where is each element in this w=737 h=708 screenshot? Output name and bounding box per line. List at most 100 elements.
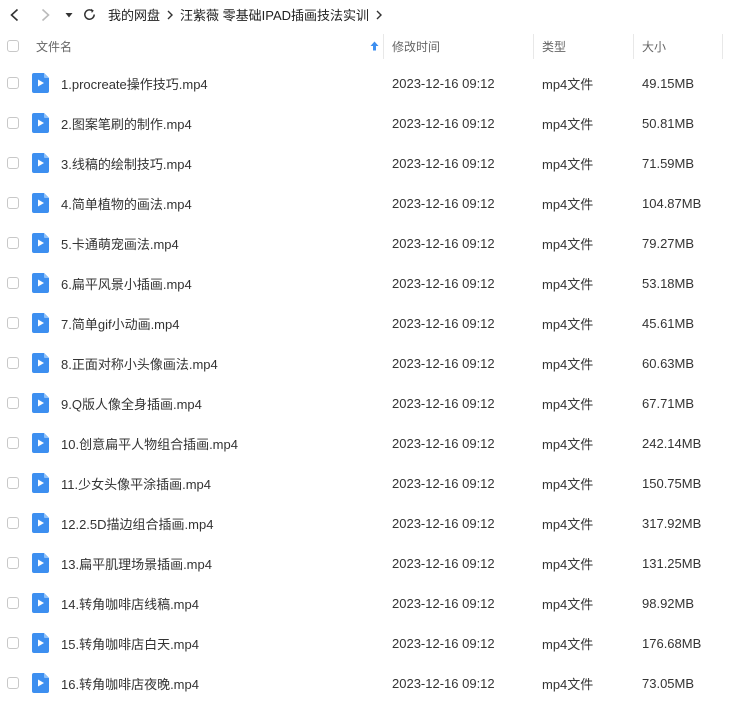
row-checkbox[interactable] — [7, 117, 19, 129]
video-file-icon — [32, 353, 49, 373]
file-row[interactable]: 10.创意扁平人物组合插画.mp4 2023-12-16 09:12 mp4文件… — [0, 423, 737, 463]
file-name[interactable]: 10.创意扁平人物组合插画.mp4 — [61, 434, 238, 453]
file-row[interactable]: 6.扁平风景小插画.mp4 2023-12-16 09:12 mp4文件 53.… — [0, 263, 737, 303]
file-size: 98.92MB — [642, 595, 695, 611]
file-type: mp4文件 — [542, 676, 594, 692]
row-checkbox[interactable] — [7, 277, 19, 289]
file-row[interactable]: 5.卡通萌宠画法.mp4 2023-12-16 09:12 mp4文件 79.2… — [0, 223, 737, 263]
select-all-checkbox[interactable] — [7, 40, 19, 52]
row-checkbox[interactable] — [7, 437, 19, 449]
history-dropdown-button[interactable] — [60, 0, 78, 29]
file-name[interactable]: 1.procreate操作技巧.mp4 — [61, 74, 208, 93]
file-row[interactable]: 2.图案笔刷的制作.mp4 2023-12-16 09:12 mp4文件 50.… — [0, 103, 737, 143]
back-button[interactable] — [0, 0, 30, 29]
file-row[interactable]: 1.procreate操作技巧.mp4 2023-12-16 09:12 mp4… — [0, 63, 737, 103]
row-checkbox[interactable] — [7, 397, 19, 409]
video-file-icon — [32, 113, 49, 133]
file-name[interactable]: 13.扁平肌理场景插画.mp4 — [61, 554, 212, 573]
video-file-icon — [32, 393, 49, 413]
column-divider[interactable] — [722, 34, 723, 59]
file-name-cell[interactable]: 1.procreate操作技巧.mp4 — [32, 63, 208, 103]
file-row[interactable]: 13.扁平肌理场景插画.mp4 2023-12-16 09:12 mp4文件 1… — [0, 543, 737, 583]
file-name[interactable]: 3.线稿的绘制技巧.mp4 — [61, 154, 192, 173]
row-checkbox[interactable] — [7, 517, 19, 529]
file-name-cell[interactable]: 11.少女头像平涂插画.mp4 — [32, 463, 211, 503]
row-checkbox[interactable] — [7, 677, 19, 689]
file-name[interactable]: 16.转角咖啡店夜晚.mp4 — [61, 674, 199, 693]
chevron-right-icon[interactable] — [375, 10, 383, 20]
file-name-cell[interactable]: 13.扁平肌理场景插画.mp4 — [32, 543, 212, 583]
row-checkbox-cell — [7, 343, 19, 383]
row-checkbox-cell — [7, 383, 19, 423]
column-header-modified[interactable]: 修改时间 — [392, 29, 440, 63]
row-checkbox[interactable] — [7, 317, 19, 329]
forward-button[interactable] — [30, 0, 60, 29]
file-name-cell[interactable]: 3.线稿的绘制技巧.mp4 — [32, 143, 192, 183]
file-name-cell[interactable]: 16.转角咖啡店夜晚.mp4 — [32, 663, 199, 703]
column-header-size[interactable]: 大小 — [642, 29, 666, 63]
row-checkbox[interactable] — [7, 477, 19, 489]
file-name[interactable]: 12.2.5D描边组合插画.mp4 — [61, 514, 213, 533]
breadcrumb-root[interactable]: 我的网盘 — [108, 5, 160, 24]
file-row[interactable]: 14.转角咖啡店线稿.mp4 2023-12-16 09:12 mp4文件 98… — [0, 583, 737, 623]
row-checkbox-cell — [7, 103, 19, 143]
file-name[interactable]: 4.简单植物的画法.mp4 — [61, 194, 192, 213]
file-name-cell[interactable]: 9.Q版人像全身插画.mp4 — [32, 383, 202, 423]
file-row[interactable]: 4.简单植物的画法.mp4 2023-12-16 09:12 mp4文件 104… — [0, 183, 737, 223]
file-name[interactable]: 9.Q版人像全身插画.mp4 — [61, 394, 202, 413]
file-size: 131.25MB — [642, 555, 702, 571]
row-checkbox-cell — [7, 143, 19, 183]
file-name[interactable]: 5.卡通萌宠画法.mp4 — [61, 234, 179, 253]
video-file-icon — [32, 513, 49, 533]
row-checkbox[interactable] — [7, 237, 19, 249]
file-row[interactable]: 7.简单gif小动画.mp4 2023-12-16 09:12 mp4文件 45… — [0, 303, 737, 343]
file-size: 242.14MB — [642, 435, 702, 451]
file-row[interactable]: 12.2.5D描边组合插画.mp4 2023-12-16 09:12 mp4文件… — [0, 503, 737, 543]
column-divider[interactable] — [383, 34, 384, 59]
file-name[interactable]: 15.转角咖啡店白天.mp4 — [61, 634, 199, 653]
column-header-name-label: 文件名 — [36, 39, 73, 54]
file-name-cell[interactable]: 15.转角咖啡店白天.mp4 — [32, 623, 199, 663]
file-type: mp4文件 — [542, 276, 594, 292]
row-checkbox[interactable] — [7, 637, 19, 649]
breadcrumb-current-folder[interactable]: 汪紫薇 零基础IPAD插画技法实训 — [180, 5, 369, 24]
file-name[interactable]: 11.少女头像平涂插画.mp4 — [61, 474, 211, 493]
row-checkbox[interactable] — [7, 557, 19, 569]
file-name[interactable]: 6.扁平风景小插画.mp4 — [61, 274, 192, 293]
video-file-icon — [32, 633, 49, 653]
row-checkbox[interactable] — [7, 197, 19, 209]
file-row[interactable]: 11.少女头像平涂插画.mp4 2023-12-16 09:12 mp4文件 1… — [0, 463, 737, 503]
file-row[interactable]: 8.正面对称小头像画法.mp4 2023-12-16 09:12 mp4文件 6… — [0, 343, 737, 383]
file-name[interactable]: 2.图案笔刷的制作.mp4 — [61, 114, 192, 133]
column-header-type[interactable]: 类型 — [542, 29, 566, 63]
column-divider[interactable] — [633, 34, 634, 59]
file-row[interactable]: 16.转角咖啡店夜晚.mp4 2023-12-16 09:12 mp4文件 73… — [0, 663, 737, 703]
file-row[interactable]: 3.线稿的绘制技巧.mp4 2023-12-16 09:12 mp4文件 71.… — [0, 143, 737, 183]
column-divider[interactable] — [533, 34, 534, 59]
file-name-cell[interactable]: 12.2.5D描边组合插画.mp4 — [32, 503, 213, 543]
row-checkbox[interactable] — [7, 597, 19, 609]
refresh-button[interactable] — [78, 0, 100, 29]
video-file-icon — [32, 593, 49, 613]
file-row[interactable]: 9.Q版人像全身插画.mp4 2023-12-16 09:12 mp4文件 67… — [0, 383, 737, 423]
file-name[interactable]: 14.转角咖啡店线稿.mp4 — [61, 594, 199, 613]
file-size: 67.71MB — [642, 395, 695, 411]
file-name-cell[interactable]: 14.转角咖啡店线稿.mp4 — [32, 583, 199, 623]
file-name[interactable]: 8.正面对称小头像画法.mp4 — [61, 354, 218, 373]
row-checkbox[interactable] — [7, 77, 19, 89]
file-name-cell[interactable]: 6.扁平风景小插画.mp4 — [32, 263, 192, 303]
file-name-cell[interactable]: 8.正面对称小头像画法.mp4 — [32, 343, 218, 383]
row-checkbox[interactable] — [7, 357, 19, 369]
file-name-cell[interactable]: 2.图案笔刷的制作.mp4 — [32, 103, 192, 143]
file-name-cell[interactable]: 5.卡通萌宠画法.mp4 — [32, 223, 179, 263]
file-name[interactable]: 7.简单gif小动画.mp4 — [61, 314, 179, 333]
file-name-cell[interactable]: 7.简单gif小动画.mp4 — [32, 303, 179, 343]
file-modified-date: 2023-12-16 09:12 — [392, 595, 495, 611]
file-name-cell[interactable]: 10.创意扁平人物组合插画.mp4 — [32, 423, 238, 463]
file-name-cell[interactable]: 4.简单植物的画法.mp4 — [32, 183, 192, 223]
row-checkbox[interactable] — [7, 157, 19, 169]
file-type: mp4文件 — [542, 636, 594, 652]
file-row[interactable]: 15.转角咖啡店白天.mp4 2023-12-16 09:12 mp4文件 17… — [0, 623, 737, 663]
chevron-right-icon — [166, 10, 174, 20]
column-header-name[interactable]: 文件名 — [36, 29, 383, 63]
